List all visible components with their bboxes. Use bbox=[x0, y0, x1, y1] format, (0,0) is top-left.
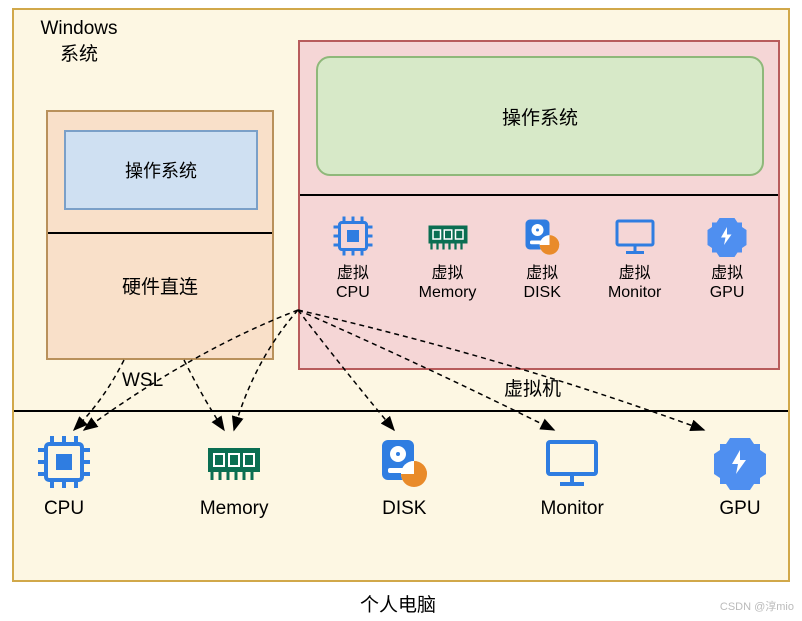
main-hw-row: CPU Memory DISK Monitor GPU bbox=[32, 430, 772, 521]
vm-box: 操作系统 虚拟 CPU 虚拟 Memory 虚拟 DISK 虚拟 Monitor… bbox=[298, 40, 780, 370]
monitor-icon bbox=[611, 212, 659, 260]
cpu-icon bbox=[32, 430, 96, 494]
wsl-label: WSL bbox=[122, 370, 163, 392]
vm-memory-label: 虚拟 Memory bbox=[419, 264, 477, 302]
vm-cpu: 虚拟 CPU bbox=[329, 212, 377, 302]
vm-disk-label: 虚拟 DISK bbox=[524, 264, 561, 302]
vm-memory: 虚拟 Memory bbox=[419, 212, 477, 302]
vm-label: 虚拟机 bbox=[504, 374, 561, 401]
gpu-icon bbox=[703, 212, 751, 260]
watermark: CSDN @淳mio bbox=[720, 598, 794, 614]
windows-system-box: Windows 系统 操作系统 硬件直连 WSL 操作系统 虚拟 CPU 虚拟 … bbox=[12, 8, 790, 582]
disk-icon bbox=[518, 212, 566, 260]
memory-icon bbox=[202, 430, 266, 494]
wsl-os-box: 操作系统 bbox=[64, 130, 258, 210]
main-cpu: CPU bbox=[32, 430, 96, 521]
vm-monitor: 虚拟 Monitor bbox=[608, 212, 661, 302]
vm-hw-row: 虚拟 CPU 虚拟 Memory 虚拟 DISK 虚拟 Monitor 虚拟 G… bbox=[308, 212, 772, 302]
main-divider bbox=[14, 410, 788, 412]
vm-monitor-label: 虚拟 Monitor bbox=[608, 264, 661, 302]
wsl-hw-label: 硬件直连 bbox=[48, 272, 272, 299]
main-monitor-label: Monitor bbox=[540, 498, 603, 521]
vm-cpu-label: 虚拟 CPU bbox=[336, 264, 370, 302]
vm-disk: 虚拟 DISK bbox=[518, 212, 566, 302]
vm-gpu-label: 虚拟 GPU bbox=[710, 264, 745, 302]
wsl-box: 操作系统 硬件直连 bbox=[46, 110, 274, 360]
gpu-icon bbox=[708, 430, 772, 494]
cpu-icon bbox=[329, 212, 377, 260]
main-memory: Memory bbox=[200, 430, 269, 521]
main-monitor: Monitor bbox=[540, 430, 604, 521]
windows-title: Windows 系统 bbox=[24, 16, 134, 67]
main-memory-label: Memory bbox=[200, 498, 269, 521]
main-disk-label: DISK bbox=[382, 498, 426, 521]
pc-label: 个人电脑 bbox=[360, 590, 436, 617]
vm-gpu: 虚拟 GPU bbox=[703, 212, 751, 302]
main-disk: DISK bbox=[372, 430, 436, 521]
wsl-divider bbox=[48, 232, 272, 234]
vm-os-box: 操作系统 bbox=[316, 56, 764, 176]
vm-divider bbox=[300, 194, 778, 196]
monitor-icon bbox=[540, 430, 604, 494]
memory-icon bbox=[424, 212, 472, 260]
main-gpu-label: GPU bbox=[719, 498, 760, 521]
disk-icon bbox=[372, 430, 436, 494]
main-gpu: GPU bbox=[708, 430, 772, 521]
main-cpu-label: CPU bbox=[44, 498, 84, 521]
